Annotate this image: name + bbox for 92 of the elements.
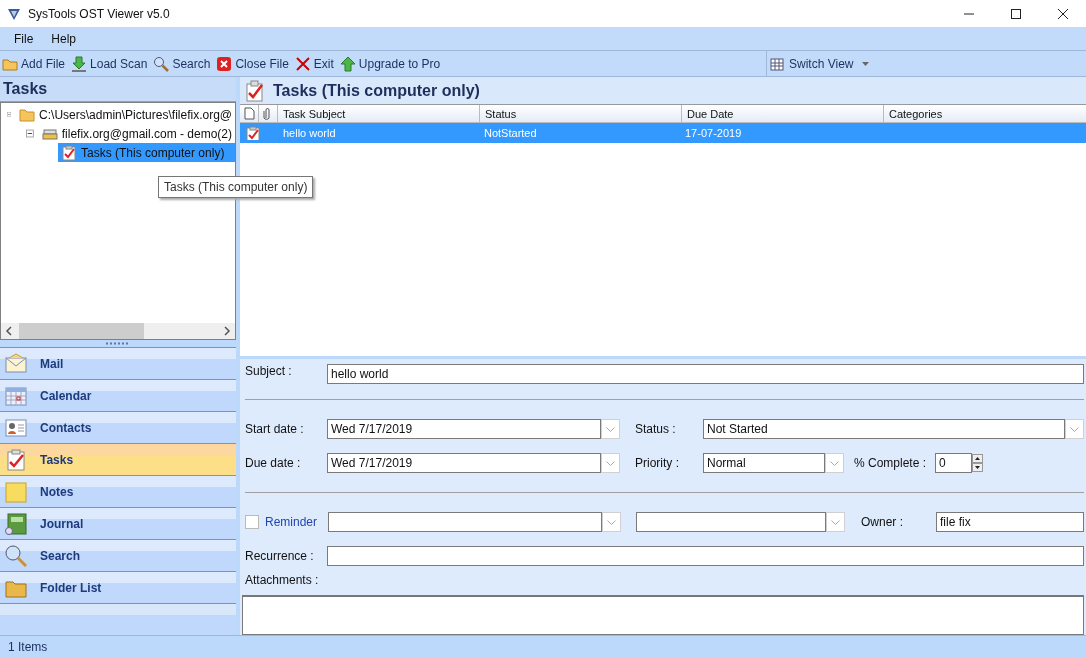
input-field[interactable] (327, 546, 1084, 566)
input-field[interactable]: file fix (936, 512, 1084, 532)
attachments-box[interactable] (242, 595, 1084, 635)
table-cell-text: NotStarted (483, 126, 538, 141)
field-label: Priority : (635, 456, 680, 470)
field-label: Owner : (861, 515, 904, 529)
field-label: Start date : (245, 422, 305, 436)
nav-item[interactable]: Folder List (0, 572, 236, 604)
chevron-down-icon (606, 460, 615, 466)
toolbar-button[interactable]: Search (153, 55, 211, 72)
chevron-down-icon (606, 426, 615, 432)
menu-item[interactable]: Help (43, 31, 85, 46)
toolbar-button[interactable]: Close File (216, 55, 289, 72)
close-file-icon (216, 55, 233, 72)
field-label: Attachments : (245, 573, 320, 587)
dropdown-arrow-button[interactable] (602, 512, 621, 532)
chevron-down-icon (830, 460, 839, 466)
content-title: Tasks (This computer only) (273, 81, 480, 100)
column-header[interactable]: Categories (884, 105, 1086, 122)
input-field[interactable]: hello world (327, 364, 1084, 384)
task-clipboard-icon (245, 79, 265, 102)
close-icon (1057, 7, 1069, 20)
nav-item[interactable]: Calendar (0, 380, 236, 412)
table-cell-text: 17-07-2019 (684, 126, 743, 141)
nav-item[interactable]: Notes (0, 476, 236, 508)
field-label: Recurrence : (245, 549, 315, 563)
window-title: SysTools OST Viewer v5.0 (28, 6, 170, 21)
dropdown-field[interactable] (328, 512, 602, 532)
search-icon (4, 543, 28, 568)
caret-icon (862, 61, 870, 66)
menu-item[interactable]: File (6, 31, 42, 46)
toolbar-button[interactable]: Load Scan (71, 55, 148, 72)
tree-item[interactable]: Tasks (This computer only) (58, 143, 235, 162)
field-label: Subject : (245, 364, 293, 378)
scroll-left-icon (5, 326, 13, 336)
task-clipboard-icon (61, 144, 77, 161)
field-label: Status : (635, 422, 677, 436)
nav-item[interactable]: Search (0, 540, 236, 572)
scrollbar-thumb[interactable] (19, 323, 144, 339)
maximize-icon (1010, 7, 1022, 20)
tooltip: Tasks (This computer only) (158, 176, 314, 198)
input-field[interactable]: 0 (935, 453, 972, 473)
nav-item[interactable]: Tasks (0, 444, 236, 476)
dropdown-arrow-button[interactable] (825, 453, 844, 473)
horizontal-scrollbar[interactable] (1, 323, 235, 339)
scroll-right-icon (223, 326, 231, 336)
spin-buttons[interactable] (972, 453, 983, 473)
chevron-down-icon (831, 519, 840, 525)
download-arrow-icon (71, 55, 88, 72)
dropdown-arrow-button[interactable] (601, 419, 620, 439)
tree-item[interactable]: filefix.org@gmail.com - demo(2) (38, 124, 235, 143)
toolbar-button[interactable]: Exit (294, 55, 334, 72)
table-cell-text: hello world (282, 126, 337, 141)
field-label: % Complete : (854, 456, 928, 470)
dropdown-field[interactable]: Wed 7/17/2019 (327, 453, 601, 473)
paperclip-icon (263, 107, 272, 120)
task-clipboard-icon (245, 126, 259, 140)
dropdown-field[interactable] (636, 512, 826, 532)
chevron-down-icon (607, 519, 616, 525)
splitter-grip-icon (105, 342, 131, 345)
document-icon (244, 107, 255, 120)
field-label: Due date : (245, 456, 302, 470)
tree-item[interactable]: C:\Users\admin\Pictures\filefix.org@ (16, 105, 235, 124)
envelope-icon (4, 351, 28, 376)
toolbar-button[interactable]: Add File (2, 55, 66, 72)
toolbar-button[interactable]: Upgrade to Pro (339, 55, 441, 72)
cross-icon (294, 55, 311, 72)
switch-view-button[interactable]: Switch View (770, 55, 870, 72)
task-clipboard-icon (4, 447, 28, 472)
checkbox[interactable] (245, 515, 259, 529)
checkbox-label: Reminder (265, 515, 319, 529)
expander-icon[interactable] (26, 129, 34, 138)
up-arrow-icon (339, 55, 356, 72)
column-header[interactable]: Due Date (682, 105, 884, 122)
column-header[interactable]: Task Subject (278, 105, 480, 122)
sticky-note-icon (4, 479, 28, 504)
dropdown-field[interactable]: Wed 7/17/2019 (327, 419, 601, 439)
column-header[interactable]: Status (480, 105, 682, 122)
dropdown-arrow-button[interactable] (1065, 419, 1084, 439)
panel-title: Tasks (0, 77, 236, 102)
dropdown-field[interactable]: Normal (703, 453, 825, 473)
nav-item[interactable]: Mail (0, 348, 236, 380)
search-icon (153, 55, 170, 72)
grid-icon (770, 55, 786, 72)
chevron-down-icon (1070, 426, 1079, 432)
dropdown-arrow-button[interactable] (826, 512, 845, 532)
nav-item[interactable]: Contacts (0, 412, 236, 444)
dropdown-arrow-button[interactable] (601, 453, 620, 473)
nav-item[interactable]: Journal (0, 508, 236, 540)
journal-book-icon (4, 511, 28, 536)
folder-icon (19, 106, 36, 123)
dropdown-field[interactable]: Not Started (703, 419, 1065, 439)
